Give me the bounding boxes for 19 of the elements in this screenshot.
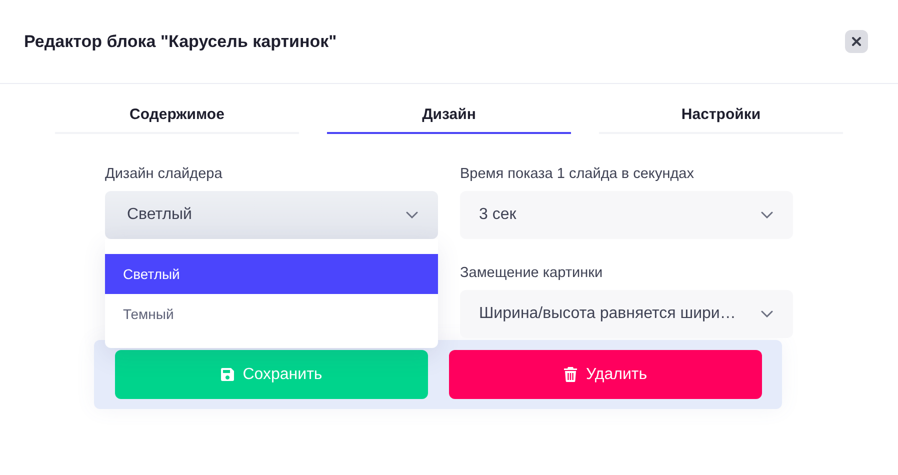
dropdown-option[interactable]: Темный [105,294,438,334]
close-button[interactable] [845,30,868,53]
field-label: Замещение картинки [460,265,604,281]
field-label: Время показа 1 слайда в секундах [460,166,695,182]
select-field[interactable]: Светлый [105,191,438,239]
field-label: Дизайн слайдера [105,166,224,182]
dialog-title: Редактор блока "Карусель картинок" [24,32,337,52]
tab[interactable]: Содержимое [55,102,299,134]
tab[interactable]: Дизайн [327,102,571,134]
chevron-down-icon [761,211,773,219]
chevron-down-icon [761,310,773,318]
tab[interactable]: Настройки [599,102,843,134]
close-icon [852,37,861,46]
delete-button[interactable]: Удалить [449,350,762,399]
chevron-down-icon [406,211,418,219]
select-field[interactable]: Ширина/высота равняется шири… [460,290,793,338]
trash-icon [564,367,577,382]
dropdown-option[interactable]: Светлый [105,254,438,294]
select-field[interactable]: 3 сек [460,191,793,239]
